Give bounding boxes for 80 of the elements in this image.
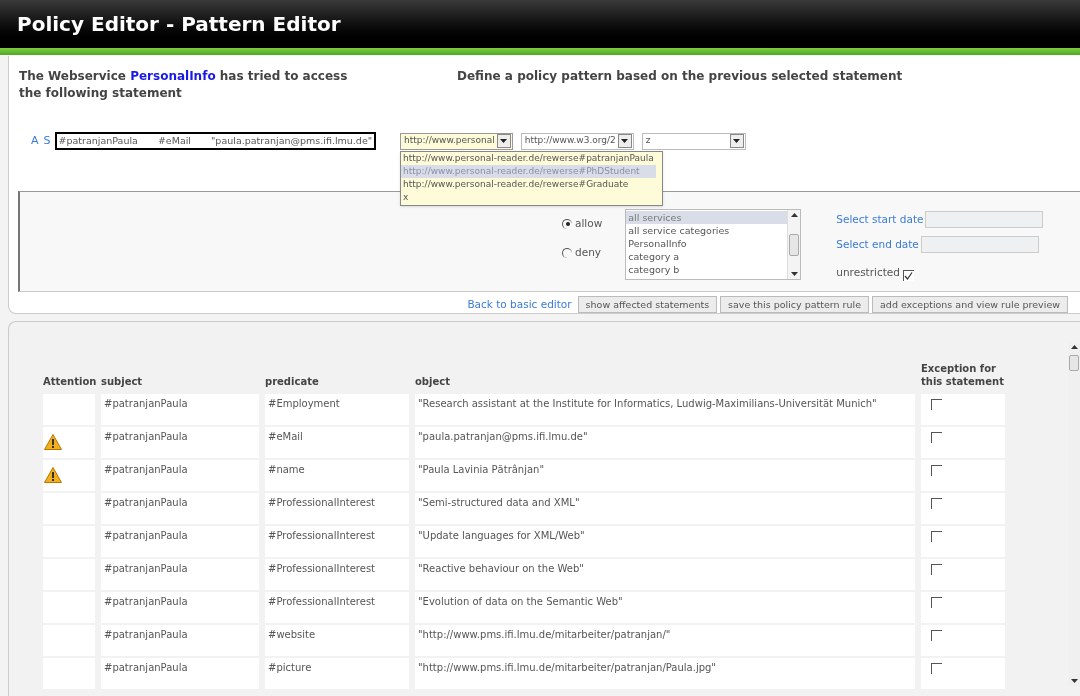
table-cell: #ProfessionalInterest [265,493,409,524]
list-option[interactable]: all services [626,211,788,224]
table-cell: #patranjanPaula [101,526,259,557]
warning-icon [44,434,62,450]
down-arrow-icon[interactable] [790,272,798,276]
column-header: object [415,375,450,388]
object-text: "paula.patranjan@pms.ifi.lmu.de" [211,133,373,148]
pattern-select[interactable]: http://www.personal [400,132,513,150]
table-cell: #patranjanPaula [101,394,259,425]
up-arrow-icon[interactable] [790,213,798,217]
caret-icon [621,139,629,143]
caret-icon [500,139,508,143]
table-cell: #patranjanPaula [101,493,259,524]
radio-button[interactable] [562,218,572,229]
column-header: subject [101,375,143,388]
down-arrow-icon[interactable] [1070,679,1078,683]
date-field[interactable] [920,236,1039,253]
list-option[interactable]: category b [626,263,788,276]
table-cell: "Reactive behaviour on the Web" [415,559,915,590]
list-option[interactable]: category a [626,250,788,263]
statement-link[interactable]: A [31,132,39,150]
list-option[interactable]: PersonalInfo [626,237,788,250]
radio-button[interactable] [562,247,572,258]
table-cell: #Employment [265,394,409,425]
table-cell: #patranjanPaula [101,592,259,623]
table-cell: #ProfessionalInterest [265,592,409,623]
date-link[interactable]: Select end date [836,236,919,253]
radio-option[interactable]: allow [562,216,603,232]
service-link[interactable]: PersonalInfo [130,69,216,83]
scroll-thumb[interactable] [1069,355,1079,371]
action-button[interactable]: save this policy pattern rule [720,296,870,313]
warning-icon [44,467,62,483]
pattern-select[interactable]: z [641,132,746,150]
table-cell: #patranjanPaula [101,658,259,689]
action-button[interactable]: add exceptions and view rule preview [872,296,1068,313]
table-cell: "Paula Lavinia Pătrânjan" [415,460,915,491]
checkbox[interactable] [903,269,914,281]
scroll-thumb[interactable] [789,233,800,256]
column-header: predicate [265,375,319,388]
table-cell: #picture [265,658,409,689]
date-link[interactable]: Select start date [836,211,924,228]
window-title: Policy Editor - Pattern Editor [17,11,341,38]
caret-icon [733,139,741,143]
table-cell: #website [265,625,409,656]
table-cell: "Evolution of data on the Semantic Web" [415,592,915,623]
column-header: Exception for this statement [921,362,1005,388]
services-listbox[interactable]: all services all service categories PersonalInfo category a category b [625,209,802,280]
table-cell: #eMail [265,427,409,458]
table-cell: #ProfessionalInterest [265,526,409,557]
table-cell: "http://www.pms.ifi.lmu.de/mitarbeiter/patranjan/Paula.jpg" [415,658,915,689]
intro-text: The Webservice PersonalInfo has tried to access the following statement [19,68,349,102]
dropdown-option[interactable]: x [401,190,656,204]
table-cell: "Update languages for XML/Web" [415,526,915,557]
table-cell: "Research assistant at the Institute for Informatics, Ludwig-Maximilians-Universität Munich" [415,394,915,425]
up-arrow-icon[interactable] [1070,345,1078,349]
unrestricted-label: unrestricted [836,265,900,280]
table-cell: #patranjanPaula [101,625,259,656]
back-link[interactable]: Back to basic editor [467,296,572,313]
statement-field[interactable]: #patranjanPaula #eMail "paula.patranjan@pms.ifi.lmu.de" [54,132,377,150]
subject-text: #patranjanPaula [58,133,138,148]
table-cell: #name [265,460,409,491]
scrollbar[interactable] [787,210,801,279]
column-header: Attention [43,375,97,388]
table-cell: #ProfessionalInterest [265,559,409,590]
radio-option[interactable]: deny [562,244,603,261]
table-cell: #patranjanPaula [101,427,259,458]
pattern-select[interactable]: http://www.w3.org/2 [520,132,634,150]
statement-link[interactable]: S [43,132,51,150]
table-cell: "paula.patranjan@pms.ifi.lmu.de" [415,427,915,458]
table-cell: #patranjanPaula [101,559,259,590]
table-cell: "http://www.pms.ifi.lmu.de/mitarbeiter/patranjan/" [415,625,915,656]
predicate-text: #eMail [157,133,191,148]
dropdown-option[interactable]: http://www.personal-reader.de/rewerse#patranjanPaula [401,151,656,165]
pattern-heading: Define a policy pattern based on the previous selected statement [457,68,903,85]
table-cell: "Semi-structured data and XML" [415,493,915,524]
table-cell: #patranjanPaula [101,460,259,491]
list-option[interactable]: all service categories [626,224,788,237]
date-field[interactable] [925,211,1044,228]
dropdown-option[interactable]: http://www.personal-reader.de/rewerse#Graduate [401,177,656,191]
action-button[interactable]: show affected statements [577,296,718,313]
